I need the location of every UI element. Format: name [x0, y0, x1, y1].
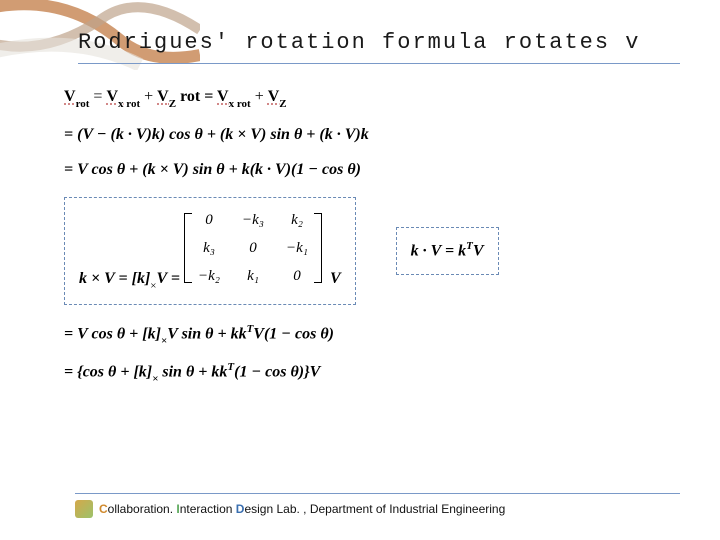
equation-1: Vrot = Vx rot + VZ rot = Vx rot + VZ	[64, 84, 664, 112]
cross-product-box: k × V = [k]×V = 0−k₃k₂ k₃0−k₁ −k₂k₁0 V	[64, 197, 356, 305]
equation-3: = V cos θ + (k × V) sin θ + k(k · V)(1 −…	[64, 157, 664, 183]
matrix-row: k × V = [k]×V = 0−k₃k₂ k₃0−k₁ −k₂k₁0 V k…	[64, 197, 664, 305]
equation-4: = V cos θ + [k]×V sin θ + kkTV(1 − cos θ…	[64, 321, 664, 349]
matrix: 0−k₃k₂ k₃0−k₁ −k₂k₁0	[184, 208, 322, 288]
equation-2: = (V − (k · V)k) cos θ + (k × V) sin θ +…	[64, 122, 664, 148]
dot-product-box: k · V = kTV	[396, 227, 499, 275]
title-bar: Rodrigues' rotation formula rotates v	[78, 30, 680, 64]
equations-block: Vrot = Vx rot + VZ rot = Vx rot + VZ = (…	[64, 84, 664, 397]
footer-text: Collaboration. Interaction Design Lab. ,…	[99, 502, 505, 516]
lab-logo-icon	[75, 500, 93, 518]
footer: Collaboration. Interaction Design Lab. ,…	[75, 493, 680, 518]
equation-5: = {cos θ + [k]× sin θ + kkT(1 − cos θ)}V	[64, 359, 664, 387]
slide-title: Rodrigues' rotation formula rotates v	[78, 30, 680, 55]
